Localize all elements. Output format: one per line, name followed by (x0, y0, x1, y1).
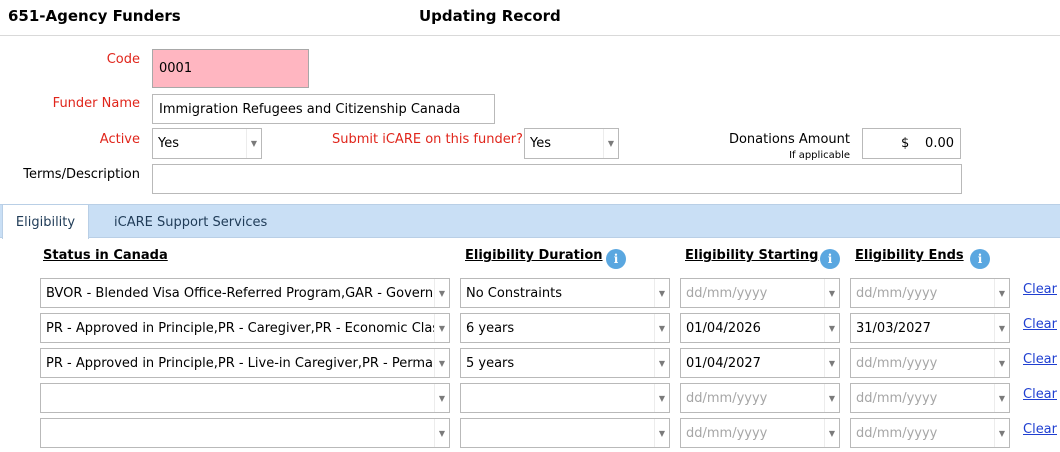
currency-symbol: $ (901, 136, 910, 151)
chevron-down-icon: ▼ (824, 314, 839, 342)
ends-date-select[interactable]: dd/mm/yyyy ▼ (850, 278, 1010, 308)
date-placeholder: dd/mm/yyyy (856, 355, 938, 371)
code-field[interactable]: 0001 (152, 49, 309, 88)
submit-icare-value: Yes (530, 136, 551, 151)
date-placeholder: dd/mm/yyyy (856, 390, 938, 406)
chevron-down-icon: ▼ (434, 419, 449, 447)
chevron-down-icon: ▼ (654, 419, 669, 447)
donations-note: If applicable (789, 150, 850, 161)
record-status: Updating Record (419, 7, 561, 25)
chevron-down-icon: ▼ (994, 349, 1009, 377)
donations-label: Donations Amount (728, 132, 850, 147)
chevron-down-icon: ▼ (246, 129, 261, 158)
chevron-down-icon: ▼ (603, 129, 618, 158)
duration-select[interactable]: 5 years ▼ (460, 348, 670, 378)
chevron-down-icon: ▼ (994, 314, 1009, 342)
starting-date-select[interactable]: 01/04/2026 ▼ (680, 313, 840, 343)
duration-select[interactable]: 6 years ▼ (460, 313, 670, 343)
chevron-down-icon: ▼ (434, 384, 449, 412)
funder-name-label: Funder Name (52, 96, 140, 111)
chevron-down-icon: ▼ (994, 419, 1009, 447)
duration-select[interactable]: ▼ (460, 383, 670, 413)
starting-date-value: 01/04/2026 (686, 320, 761, 336)
starting-date-select[interactable]: dd/mm/yyyy ▼ (680, 383, 840, 413)
eligibility-ends-header: Eligibility Ends (855, 248, 964, 263)
duration-select[interactable]: No Constraints ▼ (460, 278, 670, 308)
starting-date-select[interactable]: 01/04/2027 ▼ (680, 348, 840, 378)
clear-row-link[interactable]: Clear (1023, 352, 1057, 367)
clear-row-link[interactable]: Clear (1023, 282, 1057, 297)
chevron-down-icon: ▼ (654, 349, 669, 377)
chevron-down-icon: ▼ (654, 314, 669, 342)
chevron-down-icon: ▼ (434, 349, 449, 377)
tab-eligibility[interactable]: Eligibility (2, 204, 89, 239)
ends-date-select[interactable]: dd/mm/yyyy ▼ (850, 418, 1010, 448)
status-in-canada-header: Status in Canada (43, 248, 168, 263)
terms-label: Terms/Description (23, 167, 140, 182)
donations-amount-field[interactable]: $ 0.00 (862, 128, 961, 159)
clear-row-link[interactable]: Clear (1023, 387, 1057, 402)
status-select[interactable]: ▼ (40, 383, 450, 413)
ends-date-select[interactable]: 31/03/2027 ▼ (850, 313, 1010, 343)
chevron-down-icon: ▼ (824, 384, 839, 412)
ends-date-select[interactable]: dd/mm/yyyy ▼ (850, 348, 1010, 378)
status-select[interactable]: PR - Approved in Principle,PR - Caregive… (40, 313, 450, 343)
date-placeholder: dd/mm/yyyy (856, 285, 938, 301)
status-value: PR - Approved in Principle,PR - Live-in … (46, 355, 433, 371)
starting-date-value: 01/04/2027 (686, 355, 761, 371)
status-value: PR - Approved in Principle,PR - Caregive… (46, 320, 434, 336)
clear-row-link[interactable]: Clear (1023, 422, 1057, 437)
ends-info-icon[interactable]: i (970, 249, 990, 269)
chevron-down-icon: ▼ (994, 279, 1009, 307)
chevron-down-icon: ▼ (434, 279, 449, 307)
status-select[interactable]: BVOR - Blended Visa Office-Referred Prog… (40, 278, 450, 308)
duration-value: 6 years (466, 320, 515, 336)
chevron-down-icon: ▼ (654, 279, 669, 307)
code-label: Code (106, 52, 140, 67)
tab-strip: Eligibility iCARE Support Services (0, 204, 1060, 239)
duration-value: 5 years (466, 355, 515, 371)
chevron-down-icon: ▼ (824, 419, 839, 447)
code-value: 0001 (159, 61, 193, 76)
submit-icare-label: Submit iCARE on this funder? (332, 132, 523, 147)
status-select[interactable]: ▼ (40, 418, 450, 448)
active-value: Yes (158, 136, 179, 151)
duration-select[interactable]: ▼ (460, 418, 670, 448)
date-placeholder: dd/mm/yyyy (686, 285, 768, 301)
eligibility-duration-header: Eligibility Duration (465, 248, 603, 263)
starting-date-select[interactable]: dd/mm/yyyy ▼ (680, 418, 840, 448)
eligibility-starting-header: Eligibility Starting (685, 248, 819, 263)
donations-amount-value: 0.00 (925, 136, 954, 151)
date-placeholder: dd/mm/yyyy (686, 390, 768, 406)
chevron-down-icon: ▼ (824, 349, 839, 377)
clear-row-link[interactable]: Clear (1023, 317, 1057, 332)
starting-info-icon[interactable]: i (820, 249, 840, 269)
submit-icare-select[interactable]: Yes ▼ (524, 128, 619, 159)
duration-value: No Constraints (466, 285, 562, 301)
ends-date-value: 31/03/2027 (856, 320, 931, 336)
chevron-down-icon: ▼ (654, 384, 669, 412)
chevron-down-icon: ▼ (824, 279, 839, 307)
app-title: 651-Agency Funders (8, 7, 181, 25)
ends-date-select[interactable]: dd/mm/yyyy ▼ (850, 383, 1010, 413)
starting-date-select[interactable]: dd/mm/yyyy ▼ (680, 278, 840, 308)
active-select[interactable]: Yes ▼ (152, 128, 262, 159)
active-label: Active (99, 132, 140, 147)
chevron-down-icon: ▼ (994, 384, 1009, 412)
status-value: BVOR - Blended Visa Office-Referred Prog… (46, 285, 434, 301)
status-select[interactable]: PR - Approved in Principle,PR - Live-in … (40, 348, 450, 378)
chevron-down-icon: ▼ (434, 314, 449, 342)
tab-icare-support-services[interactable]: iCARE Support Services (100, 205, 281, 239)
funder-name-field[interactable]: Immigration Refugees and Citizenship Can… (152, 94, 495, 124)
title-bar: 651-Agency Funders Updating Record (0, 0, 1060, 36)
terms-description-field[interactable] (152, 164, 962, 194)
date-placeholder: dd/mm/yyyy (856, 425, 938, 441)
funder-name-value: Immigration Refugees and Citizenship Can… (159, 101, 461, 117)
duration-info-icon[interactable]: i (606, 249, 626, 269)
date-placeholder: dd/mm/yyyy (686, 425, 768, 441)
